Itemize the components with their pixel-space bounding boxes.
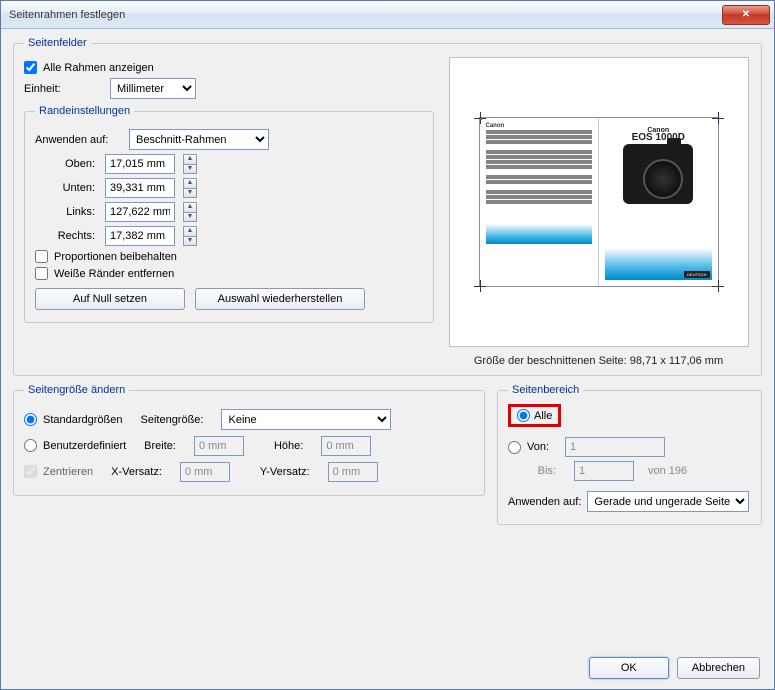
range-from-radio[interactable] (508, 441, 521, 454)
spin-up-icon[interactable]: ▲ (183, 226, 197, 236)
standard-size-radio[interactable] (24, 413, 37, 426)
range-of-label: von 196 (648, 465, 687, 477)
yoffset-input[interactable] (328, 462, 378, 482)
cancel-button[interactable]: Abbrechen (677, 657, 760, 679)
range-from-input[interactable] (565, 437, 665, 457)
custom-size-radio[interactable] (24, 439, 37, 452)
center-checkbox[interactable] (24, 465, 37, 478)
spin-down-icon[interactable]: ▼ (183, 188, 197, 198)
crop-mark-icon (712, 280, 724, 292)
height-label: Höhe: (274, 440, 303, 452)
preview-footer-gradient: DEUTSCH (605, 248, 712, 280)
margin-bottom-label: Unten: (35, 182, 95, 194)
page-range-group: Seitenbereich Alle Von: Bis: von 196 (497, 384, 762, 525)
preview-lang-badge: DEUTSCH (684, 271, 709, 278)
range-to-label: Bis: (526, 465, 556, 477)
show-all-frames-label: Alle Rahmen anzeigen (43, 62, 154, 74)
range-applyto-label: Anwenden auf: (508, 496, 581, 508)
camera-icon (623, 144, 693, 204)
range-from-label: Von: (527, 441, 549, 453)
margin-right-spinner[interactable]: ▲▼ (183, 226, 197, 246)
unit-select[interactable]: Millimeter (110, 78, 196, 99)
margins-legend: Randeinstellungen (35, 105, 134, 117)
preview-document: Canon Canon (479, 117, 719, 287)
remove-white-label: Weiße Ränder entfernen (54, 268, 174, 280)
dialog-footer: OK Abbrechen (589, 657, 760, 679)
spin-down-icon[interactable]: ▼ (183, 164, 197, 174)
range-applyto-select[interactable]: Gerade und ungerade Seiten (587, 491, 749, 512)
standard-size-label: Standardgrößen (43, 414, 123, 426)
spin-up-icon[interactable]: ▲ (183, 154, 197, 164)
spin-up-icon[interactable]: ▲ (183, 178, 197, 188)
resize-legend: Seitengröße ändern (24, 384, 129, 396)
width-label: Breite: (144, 440, 176, 452)
margins-group: Randeinstellungen Anwenden auf: Beschnit… (24, 105, 434, 323)
margin-left-spinner[interactable]: ▲▼ (183, 202, 197, 222)
xoffset-input[interactable] (180, 462, 230, 482)
unit-label: Einheit: (24, 83, 104, 95)
xoffset-label: X-Versatz: (111, 466, 162, 478)
ok-button[interactable]: OK (589, 657, 669, 679)
center-label: Zentrieren (43, 466, 93, 478)
preview-brand-label: Canon (486, 124, 593, 129)
page-preview: Canon Canon (449, 57, 749, 347)
spin-down-icon[interactable]: ▼ (183, 236, 197, 246)
crop-mark-icon (712, 112, 724, 124)
pagesize-label: Seitengröße: (141, 414, 204, 426)
margin-bottom-input[interactable] (105, 178, 175, 198)
close-button[interactable]: ✕ (722, 5, 770, 25)
seitenfelder-legend: Seitenfelder (24, 37, 91, 49)
custom-size-label: Benutzerdefiniert (43, 440, 126, 452)
margin-top-spinner[interactable]: ▲▼ (183, 154, 197, 174)
remove-white-checkbox[interactable] (35, 267, 48, 280)
resize-group: Seitengröße ändern Standardgrößen Seiten… (13, 384, 485, 496)
margin-bottom-spinner[interactable]: ▲▼ (183, 178, 197, 198)
preview-right-page: Canon EOS 1000D DEUTSCH (599, 118, 718, 286)
restore-button[interactable]: Auswahl wiederherstellen (195, 288, 365, 310)
dialog-body: Seitenfelder Alle Rahmen anzeigen Einhei… (1, 29, 774, 689)
titlebar: Seitenrahmen festlegen ✕ (1, 1, 774, 29)
spin-down-icon[interactable]: ▼ (183, 212, 197, 222)
show-all-frames-checkbox[interactable] (24, 61, 37, 74)
preview-model-text: EOS 1000D (605, 135, 712, 140)
margin-left-input[interactable] (105, 202, 175, 222)
range-all-label: Alle (534, 410, 552, 422)
preview-left-page: Canon (480, 118, 600, 286)
margin-top-input[interactable] (105, 154, 175, 174)
width-input[interactable] (194, 436, 244, 456)
yoffset-label: Y-Versatz: (260, 466, 310, 478)
keep-proportions-checkbox[interactable] (35, 250, 48, 263)
pagesize-select[interactable]: Keine (221, 409, 391, 430)
margin-right-input[interactable] (105, 226, 175, 246)
margin-applyto-select[interactable]: Beschnitt-Rahmen (129, 129, 269, 150)
margin-right-label: Rechts: (35, 230, 95, 242)
height-input[interactable] (321, 436, 371, 456)
keep-proportions-label: Proportionen beibehalten (54, 251, 177, 263)
crop-mark-icon (474, 280, 486, 292)
margin-left-label: Links: (35, 206, 95, 218)
window-title: Seitenrahmen festlegen (9, 9, 722, 21)
highlight-box: Alle (508, 404, 561, 427)
close-icon: ✕ (742, 9, 750, 20)
spin-up-icon[interactable]: ▲ (183, 202, 197, 212)
margin-top-label: Oben: (35, 158, 95, 170)
range-to-input[interactable] (574, 461, 634, 481)
crop-mark-icon (474, 112, 486, 124)
reset-button[interactable]: Auf Null setzen (35, 288, 185, 310)
margin-applyto-label: Anwenden auf: (35, 134, 123, 146)
page-range-legend: Seitenbereich (508, 384, 583, 396)
range-all-radio[interactable] (517, 409, 530, 422)
cropped-size-caption: Größe der beschnittenen Seite: 98,71 x 1… (446, 355, 751, 367)
dialog-window: Seitenrahmen festlegen ✕ Seitenfelder Al… (0, 0, 775, 690)
seitenfelder-group: Seitenfelder Alle Rahmen anzeigen Einhei… (13, 37, 762, 376)
